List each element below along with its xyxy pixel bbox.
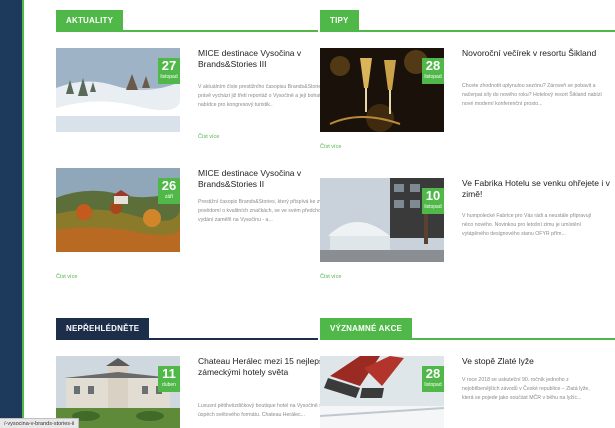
date-day: 27 bbox=[161, 58, 177, 73]
date-badge: 26 září bbox=[158, 178, 180, 204]
read-more-link[interactable]: Číst více bbox=[56, 274, 77, 280]
article-title[interactable]: Novoroční večírek v resortu Šikland bbox=[462, 48, 610, 59]
tipy-label[interactable]: TIPY bbox=[320, 10, 359, 32]
date-day: 11 bbox=[162, 366, 176, 381]
date-badge: 28 listopad bbox=[422, 58, 444, 84]
date-month: duben bbox=[162, 382, 176, 388]
akce-header: VÝZNAMNÉ AKCE bbox=[320, 318, 615, 340]
article-excerpt: V aktuálním čísle prestižního časopisu B… bbox=[198, 84, 324, 108]
neprehlednete-section: NEPŘEHLÉDNĚTE 11 duben Chateau Herálec m… bbox=[56, 318, 335, 428]
article-card: 26 září MICE destinace Vysočina v Brands… bbox=[56, 168, 334, 280]
article-title[interactable]: Ve stopě Zlaté lyže bbox=[462, 356, 610, 367]
aktuality-section: AKTUALITY 27 listopad MICE destinace Vys… bbox=[56, 10, 334, 280]
akce-section: VÝZNAMNÉ AKCE 28 listopad Ve stopě Zlaté… bbox=[320, 318, 615, 428]
date-badge: 27 listopad bbox=[158, 58, 180, 84]
date-badge: 11 duben bbox=[158, 366, 180, 392]
article-thumbnail[interactable]: 10 listopad bbox=[320, 178, 444, 262]
date-badge: 10 listopad bbox=[422, 188, 444, 214]
tipy-header: TIPY bbox=[320, 10, 615, 32]
date-badge: 28 listopad bbox=[422, 366, 444, 392]
read-more-link[interactable]: Číst více bbox=[320, 274, 341, 280]
article-card: 27 listopad MICE destinace Vysočina v Br… bbox=[56, 48, 324, 148]
date-day: 28 bbox=[425, 58, 441, 73]
article-thumbnail[interactable]: 28 listopad bbox=[320, 356, 444, 428]
date-month: listopad bbox=[424, 74, 442, 80]
article-excerpt: Luxusní pětihvězdičkový boutique hotel n… bbox=[198, 403, 330, 418]
date-month: listopad bbox=[424, 204, 442, 210]
article-card: 10 listopad Ve Fabrika Hotelu se venku o… bbox=[320, 178, 615, 288]
neprehlednete-label[interactable]: NEPŘEHLÉDNĚTE bbox=[56, 318, 150, 340]
tipy-section: TIPY 28 listopad Novoroční večírek v res… bbox=[320, 10, 615, 290]
article-card: 28 listopad Ve stopě Zlaté lyže V roce 2… bbox=[320, 356, 615, 428]
date-month: listopad bbox=[424, 382, 442, 388]
article-thumbnail[interactable]: 28 listopad bbox=[320, 48, 444, 132]
akce-label[interactable]: VÝZNAMNÉ AKCE bbox=[320, 318, 413, 340]
article-thumbnail[interactable]: 26 září bbox=[56, 168, 180, 252]
aktuality-label[interactable]: AKTUALITY bbox=[56, 10, 124, 32]
date-day: 26 bbox=[161, 178, 177, 193]
article-card: 11 duben Chateau Herálec mezi 15 nejlepš… bbox=[56, 356, 335, 428]
news-page: AKTUALITY 27 listopad MICE destinace Vys… bbox=[22, 0, 615, 428]
article-excerpt: V roce 2018 se uskuteční 90. ročník jedn… bbox=[462, 377, 590, 401]
read-more-link[interactable]: Číst více bbox=[320, 144, 341, 150]
aktuality-header: AKTUALITY bbox=[56, 10, 318, 32]
date-day: 28 bbox=[425, 366, 441, 381]
article-title[interactable]: Ve Fabrika Hotelu se venku ohřejete i v … bbox=[462, 178, 610, 200]
article-excerpt: Prestižní časopis Brands&Stories, který … bbox=[198, 199, 335, 223]
browser-status-url: /-vysocina-v-brands-stories-ii bbox=[0, 418, 80, 428]
date-month: listopad bbox=[160, 74, 178, 80]
article-excerpt: Chcete zhodnotit uplynulou sezónu? Zárov… bbox=[462, 83, 602, 107]
article-excerpt: V humpolecké Fabrice pro Vás rádi a neus… bbox=[462, 213, 592, 237]
article-card: 28 listopad Novoroční večírek v resortu … bbox=[320, 48, 615, 158]
read-more-link[interactable]: Číst více bbox=[198, 134, 219, 140]
article-thumbnail[interactable]: 27 listopad bbox=[56, 48, 180, 132]
neprehlednete-header: NEPŘEHLÉDNĚTE bbox=[56, 318, 318, 340]
date-month: září bbox=[164, 194, 174, 200]
date-day: 10 bbox=[425, 188, 441, 203]
